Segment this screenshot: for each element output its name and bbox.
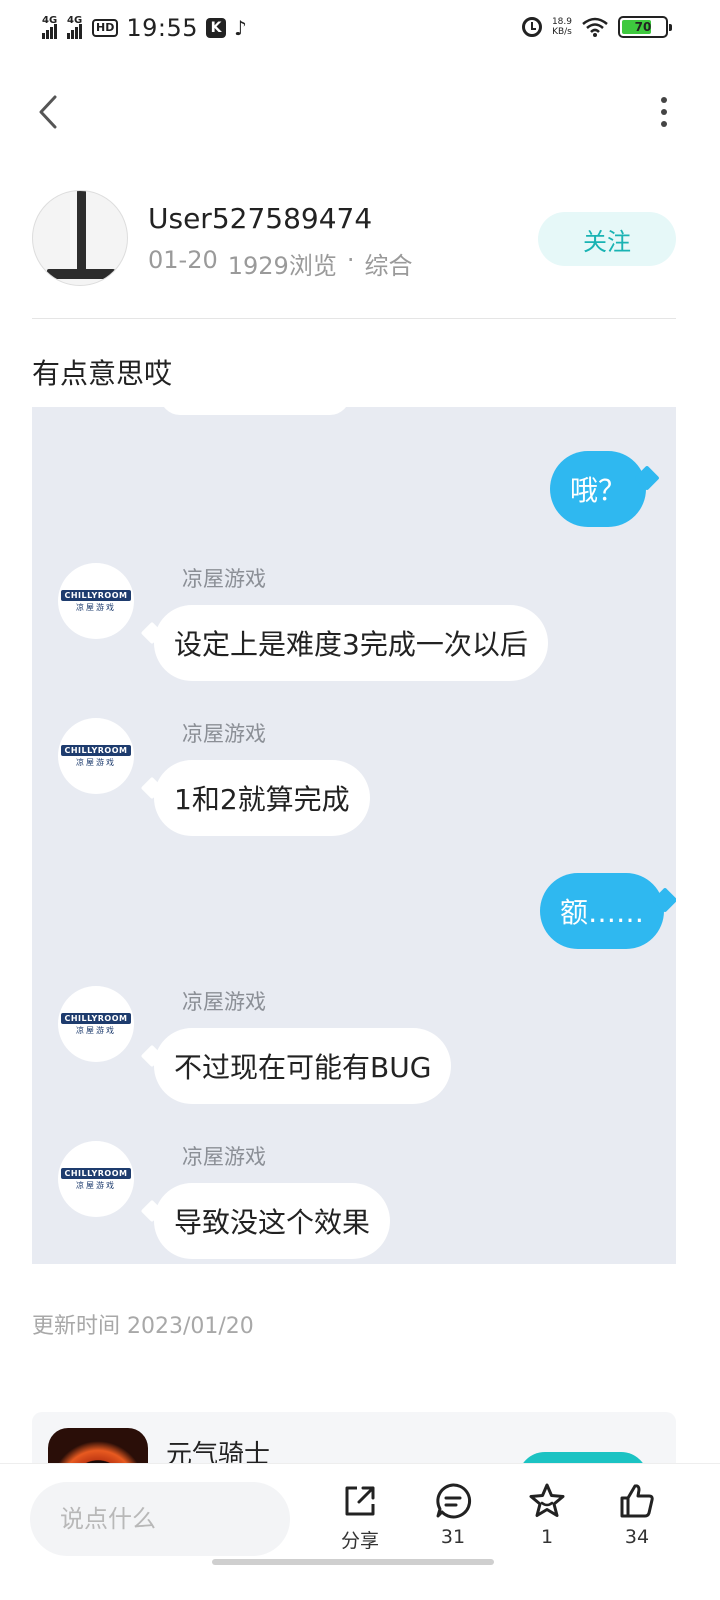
comment-icon [436,1483,472,1519]
author-avatar[interactable] [32,190,128,286]
post-title: 有点意思哎 [32,357,173,390]
wifi-icon [582,17,608,37]
like-count: 34 [624,1526,650,1548]
sender-name: 凉屋游戏 [182,722,266,746]
post-meta: 01-20 1929浏览 · 综合 [148,246,412,281]
star-icon [529,1483,565,1517]
comment-count: 31 [440,1526,466,1548]
alarm-icon [521,17,542,37]
logo-text: CHILLYROOM [61,1012,131,1024]
chat-bubble-mine: 哦？ [550,451,647,527]
bottom-bar: 分享 31 1 34 [0,1463,720,1600]
home-indicator[interactable] [212,1559,494,1565]
hd-voice-icon: HD [92,19,119,37]
status-left: 4G 4G HD 19:55 K ♪ [42,14,247,42]
more-options-button[interactable] [656,92,672,132]
sender-name: 凉屋游戏 [182,990,266,1014]
logo-subtext: 凉屋游戏 [76,757,116,767]
signal-icon-2: 4G [67,15,84,39]
status-bar: 4G 4G HD 19:55 K ♪ 18.9 KB/s 70 [0,0,720,58]
share-icon [345,1486,375,1516]
update-time: 更新时间 2023/01/20 [32,1314,254,1339]
favorite-count: 1 [540,1526,554,1548]
logo-text: CHILLYROOM [61,744,131,756]
chat-bubble-other: 导致没这个效果 [154,1183,391,1259]
sender-name: 凉屋游戏 [182,1145,266,1169]
status-time: 19:55 [126,14,199,42]
network-type: 4G [42,15,58,26]
battery-level: 70 [634,20,652,34]
chat-bubble-other: 1和2就算完成 [154,760,370,836]
network-speed: 18.9 KB/s [552,17,572,37]
chillyroom-avatar: CHILLYROOM 凉屋游戏 [58,718,134,794]
post-category: 综合 [364,252,413,280]
back-button[interactable] [28,92,68,132]
signal-icon: 4G [42,15,59,39]
chillyroom-avatar: CHILLYROOM 凉屋游戏 [58,563,134,639]
chat-bubble-mine: 额…… [540,873,665,949]
speed-value: 18.9 [551,17,572,27]
chat-screenshot[interactable]: 哦？ CHILLYROOM 凉屋游戏 凉屋游戏 设定上是难度3完成一次以后 CH… [32,407,676,1264]
more-dot-icon [661,97,667,103]
k-app-icon: K [206,18,227,38]
favorite-button[interactable]: 1 [512,1482,582,1548]
like-button[interactable]: 34 [602,1482,672,1548]
network-type-2: 4G [67,15,83,26]
logo-subtext: 凉屋游戏 [76,602,116,612]
status-right: 18.9 KB/s 70 [521,16,672,38]
logo-text: CHILLYROOM [61,1167,131,1179]
chevron-left-icon [39,95,57,129]
chat-bubble-other: 不过现在可能有BUG [154,1028,452,1104]
follow-button[interactable]: 关注 [538,212,676,266]
chat-bubble-other: 设定上是难度3完成一次以后 [154,605,548,681]
author-name[interactable]: User527589474 [148,202,372,235]
comment-button[interactable]: 31 [418,1482,488,1548]
speed-unit: KB/s [552,27,572,37]
logo-subtext: 凉屋游戏 [76,1180,116,1190]
author-header: User527589474 01-20 1929浏览 · 综合 关注 [32,190,676,288]
chillyroom-avatar: CHILLYROOM 凉屋游戏 [58,986,134,1062]
divider [32,318,676,319]
more-dot-icon [661,109,667,115]
thumbs-up-icon [620,1484,654,1518]
post-date: 01-20 [148,246,218,274]
battery-icon: 70 [618,16,672,38]
sender-name: 凉屋游戏 [182,567,266,591]
tiktok-icon: ♪ [234,16,247,40]
chillyroom-avatar: CHILLYROOM 凉屋游戏 [58,1141,134,1217]
share-label: 分享 [340,1530,379,1552]
view-count: 1929浏览 [227,252,337,280]
comment-input[interactable] [30,1482,290,1556]
meta-separator: · [346,246,355,274]
cut-bubble [160,407,350,415]
more-dot-icon [661,121,667,127]
logo-subtext: 凉屋游戏 [76,1025,116,1035]
logo-text: CHILLYROOM [61,589,131,601]
share-button[interactable]: 分享 [325,1482,395,1553]
